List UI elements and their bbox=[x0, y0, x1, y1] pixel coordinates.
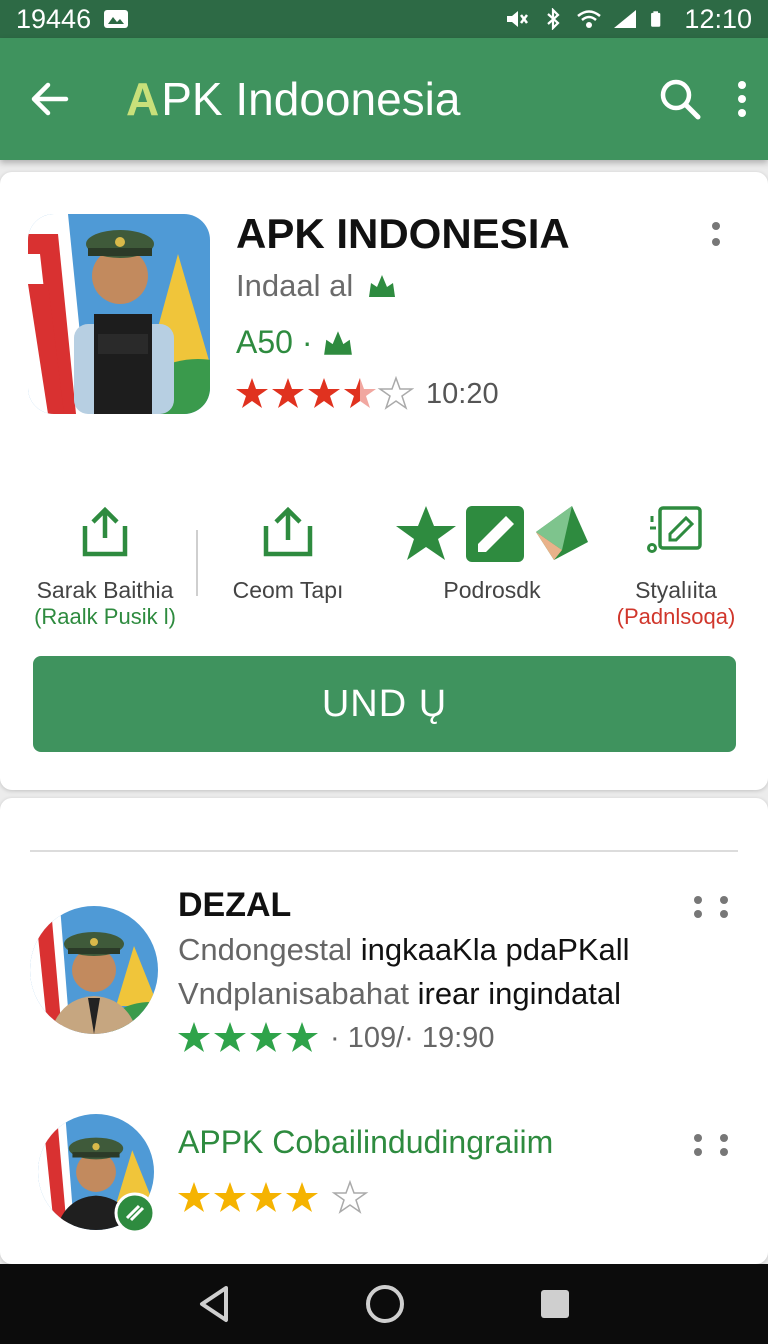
review-text-muted: Vndplanisabahat bbox=[178, 976, 409, 1011]
review-text-line-1: Cndongestal ingkaaKla pdaPKall bbox=[178, 932, 630, 968]
status-bar: 19446 12:10 bbox=[0, 0, 768, 38]
feature-share[interactable]: Sarak Baithia (Raalk Pusik l) bbox=[32, 502, 178, 630]
status-left-text: 19446 bbox=[16, 3, 92, 34]
star-icon bbox=[236, 378, 268, 408]
battery-icon bbox=[651, 11, 661, 27]
app-bar-title: A PK Indoonesia bbox=[126, 72, 460, 126]
app-bar-title-text: PK Indoonesia bbox=[161, 73, 461, 125]
feature-edit-label: Styalıita bbox=[635, 577, 717, 603]
upload-icon bbox=[263, 506, 313, 557]
app-price: A50 · bbox=[236, 324, 354, 361]
price-badge-icon bbox=[324, 330, 353, 355]
review-stars bbox=[178, 1022, 318, 1052]
rating-text: 10:20 bbox=[426, 377, 499, 410]
status-time: 12:10 bbox=[684, 3, 752, 34]
star-pencil-icon bbox=[396, 506, 588, 562]
feature-divider bbox=[196, 530, 198, 596]
app-rating: 10:20 bbox=[234, 376, 499, 412]
app-name: APK INDONESIA bbox=[236, 210, 570, 257]
signal-icon bbox=[614, 10, 637, 28]
install-button[interactable]: UND Ų bbox=[33, 656, 736, 752]
review-overflow-icon[interactable] bbox=[692, 1132, 732, 1156]
app-icon bbox=[28, 214, 210, 414]
review-meta: · 109/· 19:90 bbox=[176, 1020, 494, 1056]
back-arrow-icon[interactable] bbox=[28, 77, 72, 121]
feature-podrosdk[interactable]: Podrosdk bbox=[394, 502, 590, 604]
nav-recents-icon[interactable] bbox=[538, 1287, 572, 1321]
section-divider bbox=[30, 850, 738, 852]
rating-stars bbox=[236, 376, 414, 410]
share-icon bbox=[82, 506, 128, 557]
nav-back-icon[interactable] bbox=[196, 1284, 232, 1324]
gallery-notification-icon bbox=[104, 10, 129, 28]
review-stars bbox=[178, 1180, 369, 1214]
app-developer-text[interactable]: Indaal al bbox=[236, 268, 353, 304]
card-overflow-icon[interactable] bbox=[710, 220, 722, 252]
review-text-line-2: Vndplanisabahat irear ingindatal bbox=[178, 976, 621, 1012]
feature-edit[interactable]: Styalıita (Padnlsoqa) bbox=[606, 502, 746, 630]
verified-badge-icon bbox=[114, 1192, 156, 1234]
wifi-icon bbox=[577, 10, 602, 28]
feature-podrosdk-label: Podrosdk bbox=[443, 577, 541, 603]
review-overflow-icon[interactable] bbox=[692, 894, 732, 918]
app-price-text: A50 · bbox=[236, 324, 313, 360]
feature-share-label: Sarak Baithia bbox=[36, 577, 174, 603]
feature-upload-label: Ceom Tapı bbox=[232, 577, 344, 603]
review-title: APPK Cobailindudingraiim bbox=[178, 1124, 554, 1160]
search-icon[interactable] bbox=[658, 77, 702, 121]
app-bar: A PK Indoonesia bbox=[0, 38, 768, 160]
overflow-menu-icon[interactable] bbox=[736, 79, 748, 119]
review-meta-text: · 109/· 19:90 bbox=[330, 1021, 495, 1054]
bluetooth-icon bbox=[547, 8, 561, 30]
feature-share-sub: (Raalk Pusik l) bbox=[34, 604, 176, 629]
app-developer: Indaal al bbox=[236, 268, 397, 304]
feature-edit-sub: (Padnlsoqa) bbox=[616, 604, 736, 629]
edit-icon bbox=[647, 506, 702, 553]
nav-home-icon[interactable] bbox=[364, 1283, 406, 1325]
system-nav-bar bbox=[0, 1264, 768, 1344]
avatar[interactable] bbox=[30, 906, 158, 1034]
feature-upload[interactable]: Ceom Tapı bbox=[232, 502, 344, 604]
developer-badge-icon bbox=[369, 275, 396, 297]
app-logo-mark: A bbox=[126, 73, 160, 125]
review-text-strong: irear ingindatal bbox=[417, 976, 621, 1011]
mute-icon bbox=[507, 11, 529, 27]
review-title: DEZAL bbox=[178, 886, 292, 924]
reviews-card: DEZAL Cndongestal ingkaaKla pdaPKall Vnd… bbox=[0, 798, 768, 1264]
review-text-strong: ingkaaKla pdaPKall bbox=[360, 932, 630, 967]
review-text-muted: Cndongestal bbox=[178, 932, 353, 967]
app-detail-card: APK INDONESIA Indaal al A50 · 10:20 Sara… bbox=[0, 172, 768, 790]
